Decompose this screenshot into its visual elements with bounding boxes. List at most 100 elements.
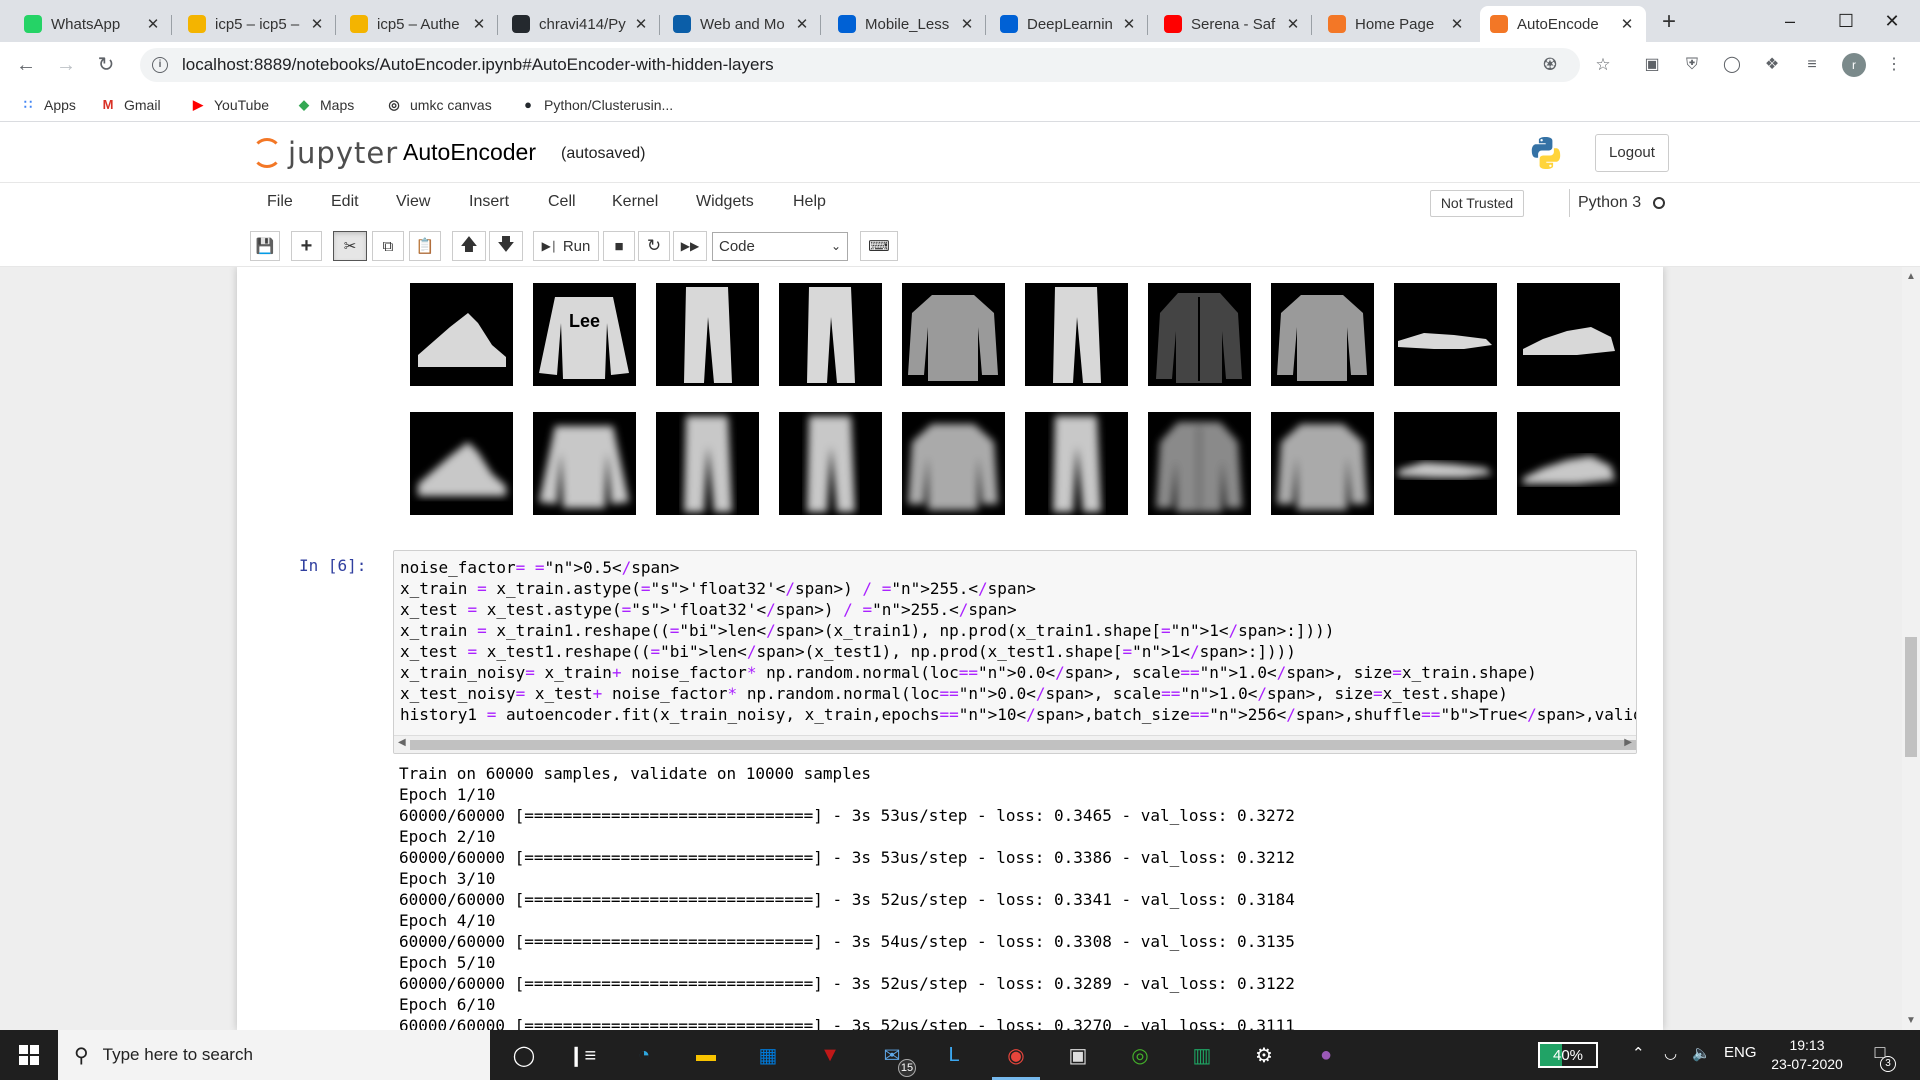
translate-icon[interactable]: ♼ bbox=[1540, 55, 1560, 75]
bookmark-item[interactable]: ● Python/Clusterusin... bbox=[520, 95, 673, 115]
file-explorer-icon[interactable]: ▬ bbox=[690, 1039, 722, 1071]
browser-tab[interactable]: chravi414/Py ✕ bbox=[502, 6, 660, 42]
bookmark-item[interactable]: ◆ Maps bbox=[296, 95, 354, 115]
profile-avatar[interactable]: r bbox=[1842, 53, 1866, 77]
chrome-menu-icon[interactable]: ⋮ bbox=[1882, 53, 1906, 77]
close-tab-icon[interactable]: ✕ bbox=[632, 15, 650, 33]
bookmark-item[interactable]: ◎ umkc canvas bbox=[386, 95, 491, 115]
code-line[interactable]: x_train_noisy= x_train+ noise_factor* np… bbox=[400, 662, 1636, 683]
shield-extension-icon[interactable]: ⛨ bbox=[1680, 53, 1704, 77]
close-tab-icon[interactable]: ✕ bbox=[1448, 15, 1466, 33]
menu-edit[interactable]: Edit bbox=[331, 193, 359, 211]
menu-kernel[interactable]: Kernel bbox=[612, 193, 658, 211]
scroll-down-icon[interactable]: ▼ bbox=[1906, 1015, 1916, 1026]
scroll-right-icon[interactable]: ▶ bbox=[1624, 737, 1632, 748]
close-tab-icon[interactable]: ✕ bbox=[308, 15, 326, 33]
menu-file[interactable]: File bbox=[267, 193, 293, 211]
scrollbar-thumb[interactable] bbox=[410, 740, 1636, 750]
menu-help[interactable]: Help bbox=[793, 193, 826, 211]
browser-tab[interactable]: icp5 – icp5 – ✕ bbox=[178, 6, 336, 42]
taskbar-search[interactable]: ⚲ Type here to search bbox=[58, 1030, 490, 1080]
browser-tab[interactable]: WhatsApp ✕ bbox=[14, 6, 172, 42]
browser-tab[interactable]: AutoEncode ✕ bbox=[1480, 6, 1646, 42]
minimize-icon[interactable]: – bbox=[1762, 0, 1818, 42]
code-lines[interactable]: noise_factor= ="n">0.5</span> x_train = x… bbox=[400, 557, 1636, 725]
insert-cell-icon[interactable]: + bbox=[291, 231, 322, 261]
browser-tab[interactable]: Serena - Saf ✕ bbox=[1154, 6, 1312, 42]
close-tab-icon[interactable]: ✕ bbox=[793, 15, 811, 33]
interrupt-icon[interactable]: ■ bbox=[603, 231, 635, 261]
restart-run-all-icon[interactable]: ▶▶ bbox=[673, 231, 707, 261]
code-line[interactable]: history1 = autoencoder.fit(x_train_noisy… bbox=[400, 704, 1636, 725]
notification-center-icon[interactable]: □ 3 bbox=[1866, 1042, 1896, 1072]
new-tab-icon[interactable]: + bbox=[1655, 8, 1683, 36]
mail-icon[interactable]: ✉ 15 bbox=[876, 1039, 916, 1077]
lync-icon[interactable]: L bbox=[938, 1039, 970, 1071]
menu-widgets[interactable]: Widgets bbox=[696, 193, 754, 211]
scroll-up-icon[interactable]: ▲ bbox=[1906, 271, 1916, 282]
notebook-name[interactable]: AutoEncoder bbox=[403, 139, 536, 166]
close-tab-icon[interactable]: ✕ bbox=[1284, 15, 1302, 33]
logout-button[interactable]: Logout bbox=[1595, 134, 1669, 172]
anaconda-icon[interactable]: ◎ bbox=[1124, 1039, 1156, 1071]
browser-tab[interactable]: icp5 – Authe ✕ bbox=[340, 6, 498, 42]
start-button[interactable] bbox=[0, 1030, 58, 1080]
code-line[interactable]: x_train = x_train.astype(="s">'float32'<… bbox=[400, 578, 1636, 599]
code-line[interactable]: x_train = x_train1.reshape((="bi">len</s… bbox=[400, 620, 1636, 641]
cut-icon[interactable]: ✂ bbox=[333, 231, 367, 261]
jupyter-logo[interactable]: jupyter bbox=[252, 136, 398, 170]
command-palette-icon[interactable]: ⌨ bbox=[860, 231, 898, 261]
not-trusted-indicator[interactable]: Not Trusted bbox=[1430, 190, 1524, 217]
battery-indicator[interactable]: 40% bbox=[1538, 1042, 1598, 1068]
close-tab-icon[interactable]: ✕ bbox=[1120, 15, 1138, 33]
menu-cell[interactable]: Cell bbox=[548, 193, 576, 211]
browser-tab[interactable]: Home Page ✕ bbox=[1318, 6, 1476, 42]
forward-icon[interactable]: → bbox=[52, 51, 80, 79]
extension-icon[interactable]: ▣ bbox=[1640, 53, 1664, 77]
system-clock[interactable]: 19:13 23-07-2020 bbox=[1768, 1036, 1846, 1074]
bookmark-star-icon[interactable]: ☆ bbox=[1593, 55, 1613, 75]
wifi-icon[interactable]: ◡ bbox=[1664, 1044, 1677, 1062]
extension-icon[interactable]: ◯ bbox=[1720, 53, 1744, 77]
code-cell-input[interactable]: noise_factor= ="n">0.5</span> x_train = x… bbox=[393, 550, 1637, 754]
move-down-icon[interactable]: 🡇 bbox=[489, 231, 523, 261]
restart-icon[interactable]: ↻ bbox=[638, 231, 670, 261]
edge-icon[interactable]: ◔ bbox=[628, 1039, 660, 1071]
reading-list-icon[interactable]: ≡ bbox=[1800, 53, 1824, 77]
menu-insert[interactable]: Insert bbox=[469, 193, 509, 211]
cortana-icon[interactable]: ◯ bbox=[508, 1039, 540, 1071]
mcafee-icon[interactable]: ▼ bbox=[814, 1039, 846, 1071]
run-button[interactable]: ▶∣ Run bbox=[533, 231, 599, 261]
terminal-icon[interactable]: ▣ bbox=[1062, 1039, 1094, 1071]
chevron-up-icon[interactable]: ⌃ bbox=[1632, 1044, 1645, 1062]
close-tab-icon[interactable]: ✕ bbox=[1618, 15, 1636, 33]
search-placeholder[interactable]: Type here to search bbox=[103, 1045, 253, 1065]
browser-tab[interactable]: DeepLearnin ✕ bbox=[990, 6, 1148, 42]
code-line[interactable]: x_test = x_test1.reshape((="bi">len</spa… bbox=[400, 641, 1636, 662]
code-line[interactable]: noise_factor= ="n">0.5</span> bbox=[400, 557, 1636, 578]
chrome-icon[interactable]: ◉ bbox=[992, 1039, 1040, 1080]
task-view-icon[interactable]: ❙≡ bbox=[566, 1039, 598, 1071]
site-info-icon[interactable]: i bbox=[152, 57, 168, 73]
close-tab-icon[interactable]: ✕ bbox=[144, 15, 162, 33]
spreadsheet-icon[interactable]: ▥ bbox=[1186, 1039, 1218, 1071]
code-line[interactable]: x_test = x_test.astype(="s">'float32'</s… bbox=[400, 599, 1636, 620]
github-desktop-icon[interactable]: ● bbox=[1310, 1039, 1342, 1071]
language-indicator[interactable]: ENG bbox=[1724, 1044, 1757, 1061]
browser-tab[interactable]: Mobile_Less ✕ bbox=[828, 6, 986, 42]
back-icon[interactable]: ← bbox=[12, 51, 40, 79]
reload-icon[interactable]: ↻ bbox=[92, 51, 120, 79]
cell-type-select[interactable]: Code ⌄ bbox=[712, 232, 848, 261]
bookmark-item[interactable]: ∷ Apps bbox=[20, 95, 76, 115]
url-text[interactable]: localhost:8889/notebooks/AutoEncoder.ipy… bbox=[182, 55, 774, 75]
store-icon[interactable]: ▦ bbox=[752, 1039, 784, 1071]
close-window-icon[interactable]: ✕ bbox=[1864, 0, 1920, 42]
bookmark-item[interactable]: M Gmail bbox=[100, 95, 161, 115]
move-up-icon[interactable]: 🡅 bbox=[452, 231, 486, 261]
copy-icon[interactable]: ⧉ bbox=[372, 231, 404, 261]
save-icon[interactable]: 💾 bbox=[250, 231, 280, 261]
browser-tab[interactable]: Web and Mo ✕ bbox=[663, 6, 821, 42]
paste-icon[interactable]: 📋 bbox=[409, 231, 441, 261]
scroll-left-icon[interactable]: ◀ bbox=[398, 737, 406, 748]
code-line[interactable]: x_test_noisy= x_test+ noise_factor* np.r… bbox=[400, 683, 1636, 704]
